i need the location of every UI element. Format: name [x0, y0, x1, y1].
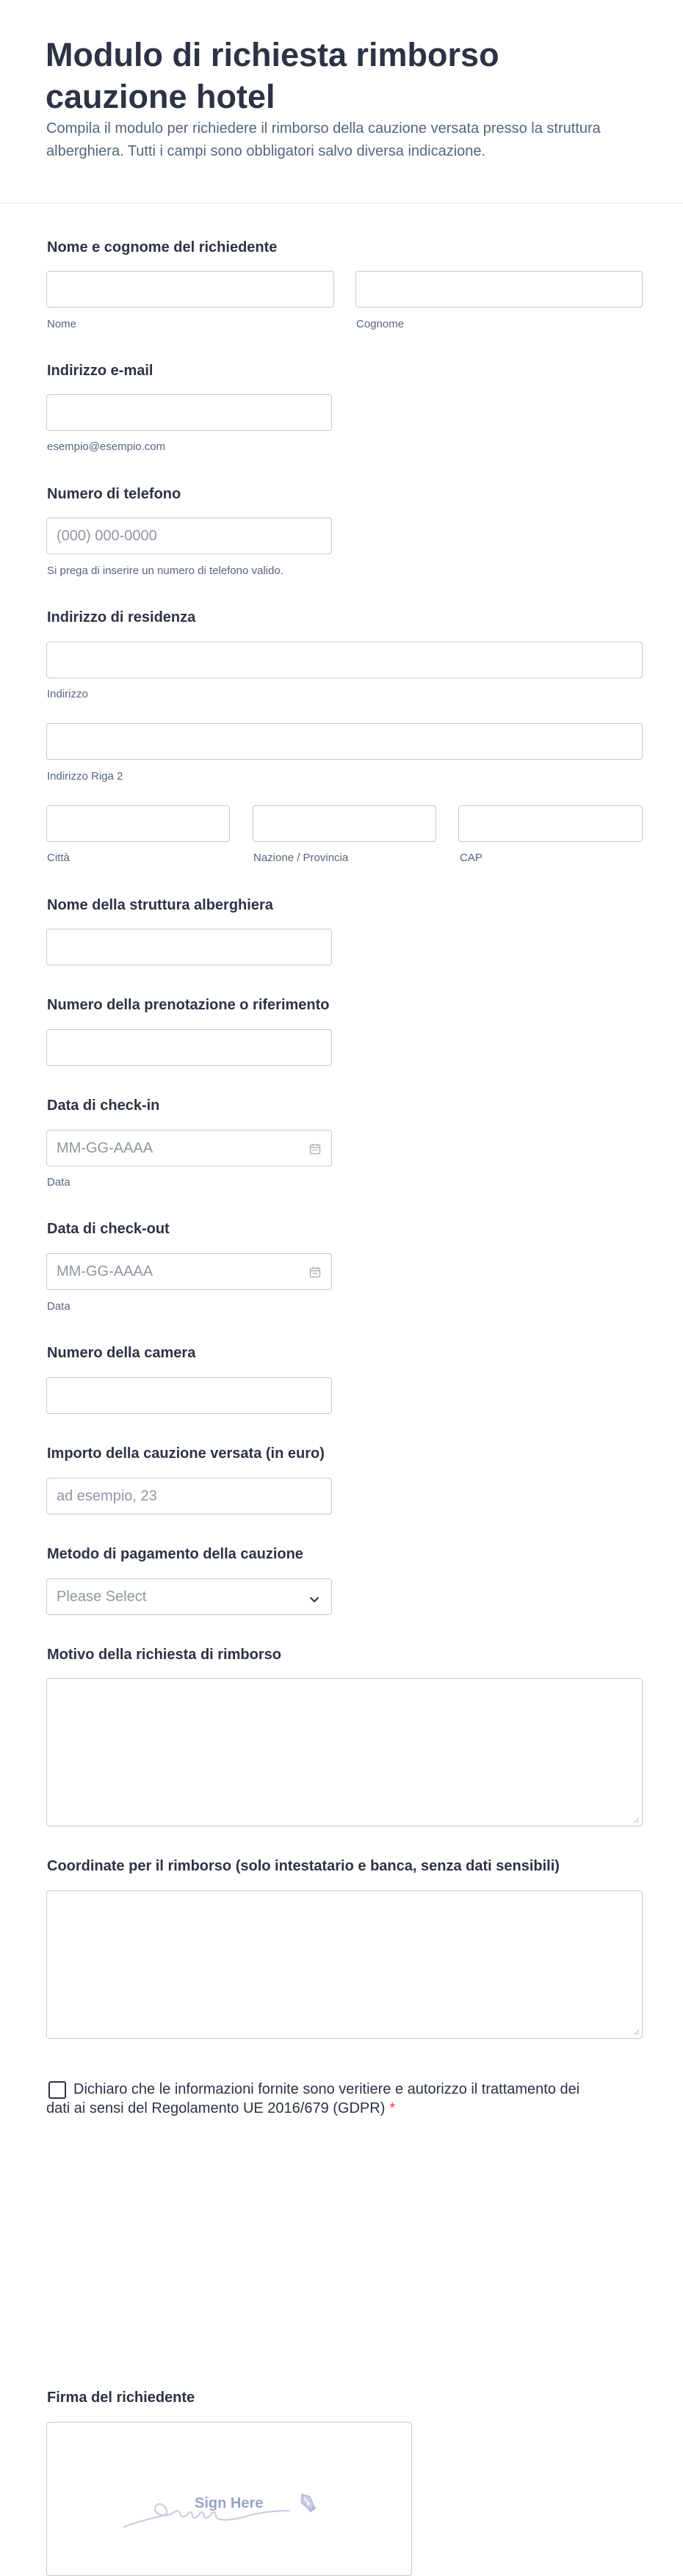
reason-label: Motivo della richiesta di rimborso	[47, 1647, 281, 1663]
checkout-date-input[interactable]: MM-GG-AAAA	[46, 1253, 332, 1290]
email-field[interactable]	[46, 394, 332, 431]
zip-input[interactable]	[458, 805, 643, 842]
first-name-input[interactable]	[46, 271, 334, 308]
page-title: Modulo di richiesta rimborso cauzione ho…	[46, 36, 499, 115]
address-line2-sublabel: Indirizzo Riga 2	[47, 770, 123, 783]
state-province-input[interactable]	[253, 805, 436, 842]
address-line1-sublabel: Indirizzo	[47, 688, 88, 700]
deposit-amount-input[interactable]: ad esempio, 23	[46, 1478, 332, 1514]
zip-sublabel: CAP	[460, 852, 483, 864]
reason-textarea[interactable]	[46, 1678, 643, 1826]
hotel-name-input[interactable]	[46, 929, 332, 965]
refund-details-label: Coordinate per il rimborso (solo intesta…	[47, 1858, 560, 1874]
checkout-sublabel: Data	[47, 1300, 71, 1313]
room-label: Numero della camera	[47, 1345, 196, 1361]
payment-method-selected: Please Select	[57, 1588, 147, 1605]
hotel-name-label: Nome della struttura alberghiera	[47, 897, 273, 913]
last-name-input[interactable]	[355, 271, 643, 308]
city-sublabel: Città	[47, 852, 70, 864]
phone-sublabel: Si prega di inserire un numero di telefo…	[47, 565, 283, 577]
consent-text: Dichiaro che le informazioni fornite son…	[46, 2080, 604, 2118]
chevron-down-icon[interactable]	[309, 1592, 319, 1609]
required-mark: *	[389, 2100, 396, 2116]
state-province-sublabel: Nazione / Provincia	[253, 852, 349, 864]
booking-ref-label: Numero della prenotazione o riferimento	[47, 997, 330, 1013]
booking-ref-input[interactable]	[46, 1029, 332, 1066]
first-name-sublabel: Nome	[47, 318, 77, 330]
calendar-icon[interactable]	[309, 1142, 321, 1159]
email-label: Indirizzo e-mail	[47, 363, 153, 379]
checkin-date-input[interactable]: MM-GG-AAAA	[46, 1130, 332, 1167]
payment-method-label: Metodo di pagamento della cauzione	[47, 1546, 303, 1562]
resize-grip-icon[interactable]	[632, 2028, 640, 2036]
checkin-sublabel: Data	[47, 1176, 71, 1189]
signature-pad[interactable]: Sign Here	[46, 2422, 412, 2576]
payment-method-select[interactable]: Please Select	[46, 1578, 332, 1615]
pen-icon	[300, 2493, 317, 2513]
deposit-amount-placeholder: ad esempio, 23	[57, 1487, 157, 1504]
checkout-label: Data di check-out	[47, 1221, 170, 1237]
refund-details-textarea[interactable]	[46, 1890, 643, 2039]
last-name-sublabel: Cognome	[356, 318, 405, 330]
form-header: Modulo di richiesta rimborso cauzione ho…	[0, 0, 683, 203]
resize-grip-icon[interactable]	[632, 1816, 640, 1824]
consent-label: Dichiaro che le informazioni fornite son…	[46, 2081, 580, 2116]
phone-field[interactable]: (000) 000-0000	[46, 518, 332, 554]
phone-placeholder: (000) 000-0000	[57, 527, 157, 544]
checkin-placeholder: MM-GG-AAAA	[57, 1139, 153, 1156]
city-input[interactable]	[46, 805, 230, 842]
calendar-icon[interactable]	[309, 1266, 321, 1282]
email-sublabel: esempio@esempio.com	[47, 440, 166, 453]
address-label: Indirizzo di residenza	[47, 609, 196, 625]
checkin-label: Data di check-in	[47, 1097, 160, 1114]
address-line1-input[interactable]	[46, 642, 643, 678]
checkout-placeholder: MM-GG-AAAA	[57, 1263, 153, 1280]
page-subtitle: Compila il modulo per richiedere il rimb…	[46, 120, 601, 159]
address-line2-input[interactable]	[46, 723, 643, 760]
full-name-label: Nome e cognome del richiedente	[47, 239, 278, 255]
signature-label: Firma del richiedente	[47, 2390, 195, 2406]
sign-here-text: Sign Here	[195, 2495, 264, 2511]
phone-label: Numero di telefono	[47, 486, 181, 502]
deposit-amount-label: Importo della cauzione versata (in euro)	[47, 1445, 325, 1462]
room-number-input[interactable]	[46, 1377, 332, 1414]
